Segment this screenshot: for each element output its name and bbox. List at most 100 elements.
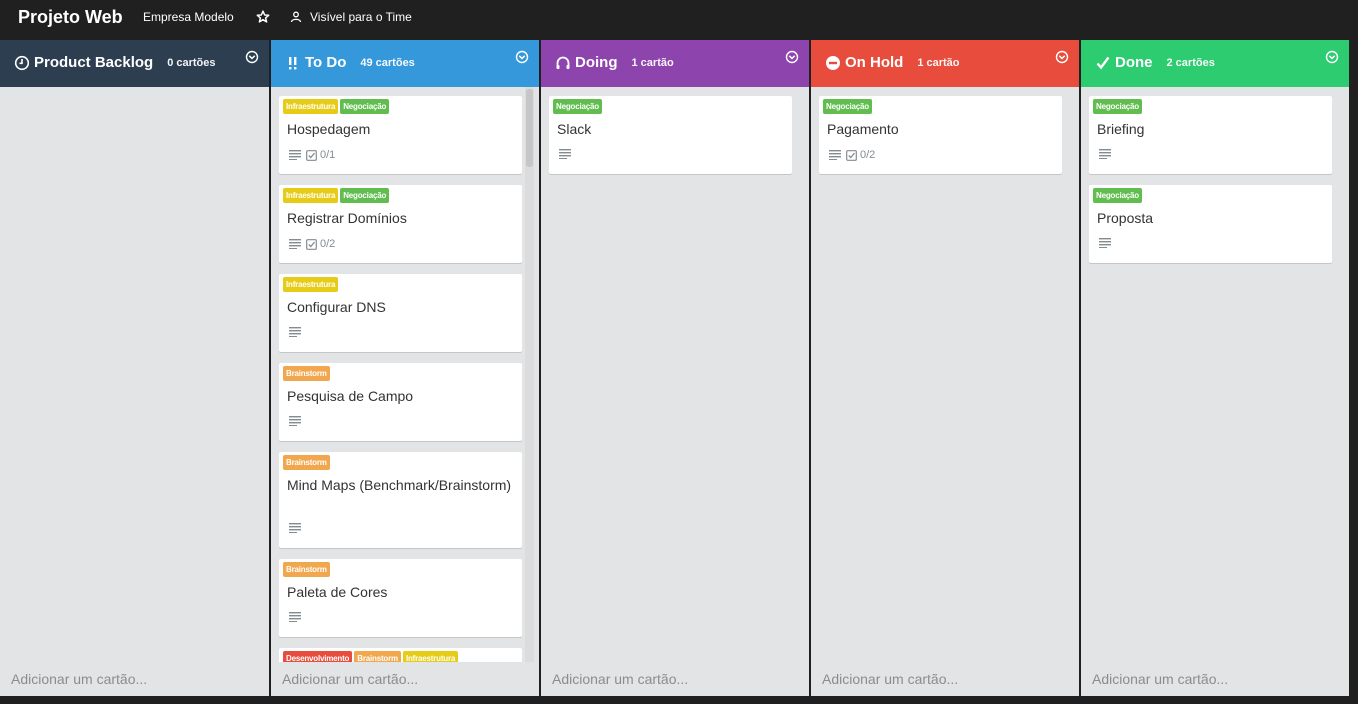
description-icon bbox=[559, 149, 571, 159]
card-title: Briefing bbox=[1097, 121, 1145, 137]
list-menu-icon[interactable] bbox=[785, 50, 799, 64]
card-labels: Desenvolvimento Brainstorm Infraestrutura bbox=[283, 651, 460, 662]
card[interactable]: Negociação Pagamento 0/2 bbox=[819, 96, 1062, 174]
list-name: Doing bbox=[575, 54, 618, 71]
list-menu-icon[interactable] bbox=[245, 50, 259, 64]
card-label: Negociação bbox=[1093, 188, 1142, 203]
card-title: Pesquisa de Campo bbox=[287, 388, 414, 404]
list-title: Done 2 cartões bbox=[1095, 54, 1215, 72]
double-exclamation-icon bbox=[285, 55, 301, 71]
add-card-button[interactable]: Adicionar um cartão... bbox=[282, 671, 418, 687]
description-icon bbox=[289, 239, 301, 249]
stop-icon bbox=[825, 55, 841, 71]
list-menu-icon[interactable] bbox=[1325, 50, 1339, 64]
organization-name[interactable]: Empresa Modelo bbox=[143, 10, 234, 24]
card-title: Configurar DNS bbox=[287, 299, 386, 315]
card-label: Infraestrutura bbox=[283, 188, 339, 203]
card-label: Infraestrutura bbox=[402, 651, 459, 662]
card[interactable]: Negociação Slack bbox=[549, 96, 792, 174]
card[interactable]: Negociação Proposta bbox=[1089, 185, 1332, 263]
visibility-button[interactable]: Visível para o Time bbox=[290, 10, 412, 24]
list-onhold: On Hold 1 cartão Negociação Pagamento 0/2 Adi… bbox=[811, 40, 1079, 696]
card-badges: 0/2 bbox=[829, 149, 875, 161]
description-icon bbox=[289, 612, 301, 622]
list-title: To Do 49 cartões bbox=[285, 54, 415, 72]
description-icon bbox=[289, 150, 301, 160]
card-label: Brainstorm bbox=[283, 455, 330, 470]
card-labels: Negociação bbox=[1093, 99, 1144, 114]
top-bar: Projeto Web Empresa Modelo Visível para … bbox=[0, 0, 1358, 40]
card-title: Hospedagem bbox=[287, 121, 371, 137]
add-card-button[interactable]: Adicionar um cartão... bbox=[11, 671, 147, 687]
card-labels: Infraestrutura Negociação bbox=[283, 99, 391, 114]
clock-icon bbox=[14, 55, 30, 71]
list-header[interactable]: On Hold 1 cartão bbox=[811, 40, 1079, 87]
card[interactable]: Brainstorm Mind Maps (Benchmark/Brainstor… bbox=[279, 452, 522, 548]
add-card-button[interactable]: Adicionar um cartão... bbox=[822, 671, 958, 687]
headset-icon bbox=[555, 55, 571, 71]
checklist-count: 0/1 bbox=[320, 149, 336, 161]
checklist-icon bbox=[846, 149, 857, 161]
card-labels: Negociação bbox=[823, 99, 874, 114]
add-card-button[interactable]: Adicionar um cartão... bbox=[1092, 671, 1228, 687]
card[interactable]: Brainstorm Paleta de Cores bbox=[279, 559, 522, 637]
checklist-badge: 0/1 bbox=[306, 149, 335, 161]
card-count: 1 cartão bbox=[631, 57, 674, 69]
card[interactable]: Infraestrutura Configurar DNS bbox=[279, 274, 522, 352]
checklist-icon bbox=[306, 238, 317, 250]
card[interactable]: Negociação Briefing bbox=[1089, 96, 1332, 174]
list-title: Doing 1 cartão bbox=[555, 54, 674, 72]
list-header[interactable]: To Do 49 cartões bbox=[271, 40, 539, 87]
card[interactable]: Brainstorm Pesquisa de Campo bbox=[279, 363, 522, 441]
card-labels: Brainstorm bbox=[283, 455, 332, 470]
list-scrollbar[interactable] bbox=[525, 87, 534, 662]
card-badges: 0/1 bbox=[289, 149, 335, 161]
card-list bbox=[8, 96, 252, 662]
card-label: Brainstorm bbox=[283, 562, 330, 577]
add-card-button[interactable]: Adicionar um cartão... bbox=[552, 671, 688, 687]
board-title[interactable]: Projeto Web bbox=[18, 7, 123, 27]
description-icon bbox=[289, 327, 301, 337]
list-menu-icon[interactable] bbox=[515, 50, 529, 64]
description-icon bbox=[1099, 149, 1111, 159]
card-label: Infraestrutura bbox=[283, 99, 339, 114]
description-icon bbox=[289, 416, 301, 426]
card-labels: Infraestrutura bbox=[283, 277, 340, 292]
card-label: Negociação bbox=[340, 188, 390, 203]
card[interactable]: Infraestrutura Negociação Registrar Domíni… bbox=[279, 185, 522, 263]
card[interactable]: Infraestrutura Negociação Hospedagem 0/1 bbox=[279, 96, 522, 174]
star-icon[interactable] bbox=[256, 10, 270, 24]
card-badges bbox=[289, 327, 306, 337]
card-list: Negociação Slack bbox=[549, 96, 792, 662]
card[interactable]: Desenvolvimento Brainstorm Infraestrutura bbox=[279, 648, 522, 662]
list-name: Done bbox=[1115, 54, 1153, 71]
description-icon bbox=[1099, 238, 1111, 248]
checklist-icon bbox=[306, 149, 317, 161]
card-list: Negociação Pagamento 0/2 bbox=[819, 96, 1062, 662]
list-header[interactable]: Product Backlog 0 cartões bbox=[0, 40, 269, 87]
card-label: Negociação bbox=[1093, 99, 1142, 114]
description-icon bbox=[829, 150, 841, 160]
card-title: Proposta bbox=[1097, 210, 1154, 226]
card-list: Negociação Briefing Negociação Proposta bbox=[1089, 96, 1332, 662]
card-label: Negociação bbox=[553, 99, 602, 114]
list-backlog: Product Backlog 0 cartões Adicionar um car… bbox=[0, 40, 269, 696]
card-label: Negociação bbox=[823, 99, 872, 114]
team-icon bbox=[290, 11, 302, 23]
card-badges bbox=[1099, 238, 1116, 248]
list-name: On Hold bbox=[845, 54, 904, 71]
list-done: Done 2 cartões Negociação Briefing Negociaçã… bbox=[1081, 40, 1349, 696]
card-label: Negociação bbox=[340, 99, 390, 114]
card-count: 0 cartões bbox=[167, 57, 216, 69]
list-header[interactable]: Doing 1 cartão bbox=[541, 40, 809, 87]
card-label: Infraestrutura bbox=[283, 277, 339, 292]
list-header[interactable]: Done 2 cartões bbox=[1081, 40, 1349, 87]
card-badges: 0/2 bbox=[289, 238, 335, 250]
card-badges bbox=[289, 612, 306, 622]
list-name: Product Backlog bbox=[34, 54, 154, 71]
card-labels: Negociação bbox=[1093, 188, 1144, 203]
card-title: Registrar Domínios bbox=[287, 210, 407, 226]
scrollbar-thumb[interactable] bbox=[526, 89, 533, 167]
checklist-count: 0/2 bbox=[860, 149, 876, 161]
list-menu-icon[interactable] bbox=[1055, 50, 1069, 64]
